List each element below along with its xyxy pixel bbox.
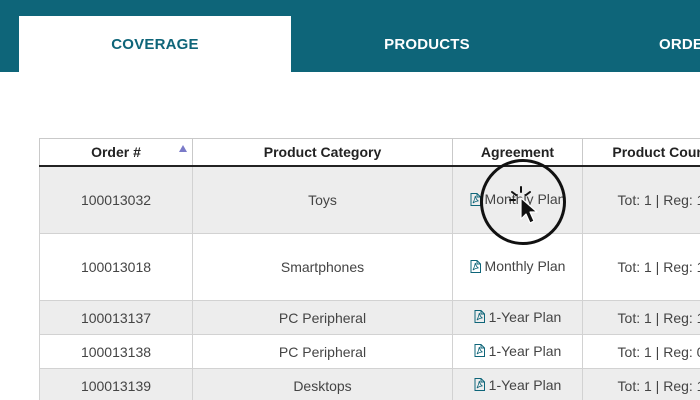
agreement-cell: Monthly Plan xyxy=(452,233,583,301)
column-header-label: Order # xyxy=(91,144,141,160)
agreement-label: Monthly Plan xyxy=(484,191,566,208)
product-count-cell: Tot: 1 | Reg: 1 xyxy=(582,165,700,234)
tab-products[interactable]: PRODUCTS xyxy=(291,16,563,72)
pdf-file-icon xyxy=(474,344,485,358)
order-number-cell: 100013138 xyxy=(39,334,193,369)
product-count-cell: Tot: 1 | Reg: 1 xyxy=(582,368,700,400)
column-header-order[interactable]: Order # xyxy=(39,138,193,167)
product-category-cell: Toys xyxy=(192,165,453,234)
agreement-label: Monthly Plan xyxy=(484,258,566,275)
top-navigation-bar: COVERAGE PRODUCTS ORDE xyxy=(0,0,700,72)
product-count-cell: Tot: 1 | Reg: 1 xyxy=(582,300,700,335)
table-row[interactable]: 100013032 Toys Monthly Plan Tot: 1 | Reg… xyxy=(39,165,700,234)
product-category-cell: PC Peripheral xyxy=(192,300,453,335)
product-count-cell: Tot: 1 | Reg: 1 xyxy=(582,233,700,301)
orders-table: Order # Product Category Agreement Produ… xyxy=(39,138,700,400)
pdf-file-icon xyxy=(474,378,485,392)
column-header-product-count[interactable]: Product Count xyxy=(582,138,700,167)
column-header-agreement[interactable]: Agreement xyxy=(452,138,583,167)
agreement-link[interactable]: 1-Year Plan xyxy=(474,376,562,393)
product-category-cell: Desktops xyxy=(192,368,453,400)
table-header-row: Order # Product Category Agreement Produ… xyxy=(39,138,700,167)
agreement-link[interactable]: Monthly Plan xyxy=(470,191,566,208)
agreement-link[interactable]: Monthly Plan xyxy=(470,258,566,275)
order-number-cell: 100013137 xyxy=(39,300,193,335)
product-count-cell: Tot: 1 | Reg: 0 xyxy=(582,334,700,369)
agreement-label: 1-Year Plan xyxy=(488,308,562,325)
column-header-product-category[interactable]: Product Category xyxy=(192,138,453,167)
column-header-label: Agreement xyxy=(480,144,555,160)
table-row[interactable]: 100013138 PC Peripheral 1-Year Plan Tot:… xyxy=(39,334,700,369)
table-row[interactable]: 100013018 Smartphones Monthly Plan Tot: … xyxy=(39,233,700,301)
pdf-file-icon xyxy=(474,310,485,324)
agreement-link[interactable]: 1-Year Plan xyxy=(474,308,562,325)
agreement-cell: 1-Year Plan xyxy=(452,368,583,400)
orders-table-container: Order # Product Category Agreement Produ… xyxy=(39,138,700,400)
agreement-label: 1-Year Plan xyxy=(488,342,562,359)
column-header-label: Product Category xyxy=(263,144,382,160)
column-header-label: Product Count xyxy=(612,144,700,160)
tab-coverage[interactable]: COVERAGE xyxy=(19,16,291,72)
product-category-cell: PC Peripheral xyxy=(192,334,453,369)
pdf-file-icon xyxy=(470,192,481,206)
agreement-cell: Monthly Plan xyxy=(452,165,583,234)
agreement-cell: 1-Year Plan xyxy=(452,334,583,369)
product-category-cell: Smartphones xyxy=(192,233,453,301)
agreement-link[interactable]: 1-Year Plan xyxy=(474,342,562,359)
table-row[interactable]: 100013137 PC Peripheral 1-Year Plan Tot:… xyxy=(39,300,700,335)
sort-ascending-icon[interactable] xyxy=(179,145,187,152)
tab-orders[interactable]: ORDE xyxy=(563,16,700,72)
agreement-cell: 1-Year Plan xyxy=(452,300,583,335)
order-number-cell: 100013139 xyxy=(39,368,193,400)
table-row[interactable]: 100013139 Desktops 1-Year Plan Tot: 1 | … xyxy=(39,368,700,400)
order-number-cell: 100013032 xyxy=(39,165,193,234)
pdf-file-icon xyxy=(470,259,481,273)
agreement-label: 1-Year Plan xyxy=(488,376,562,393)
order-number-cell: 100013018 xyxy=(39,233,193,301)
